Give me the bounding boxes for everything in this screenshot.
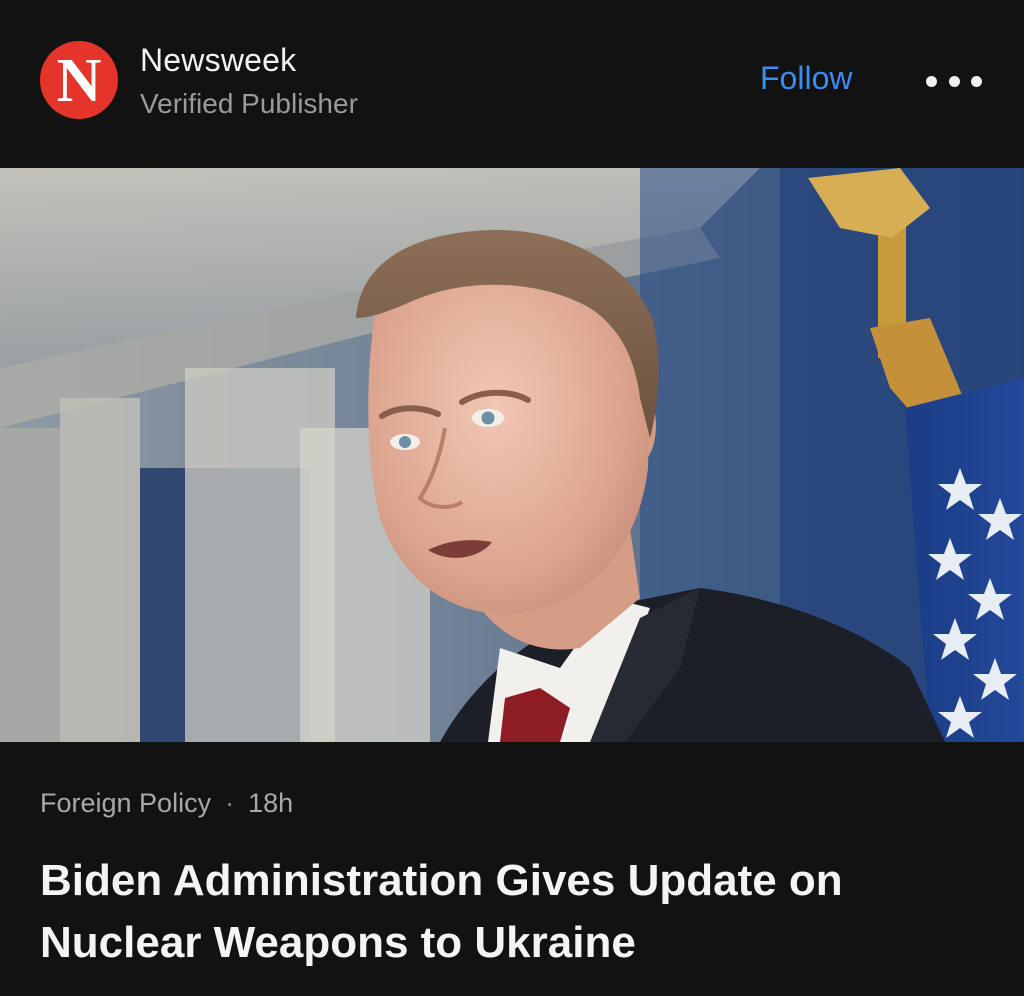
ellipsis-icon: [948, 75, 960, 87]
article-meta: Foreign Policy · 18h: [40, 788, 293, 819]
article-headline[interactable]: Biden Administration Gives Update on Nuc…: [40, 850, 990, 974]
more-options-button[interactable]: [926, 66, 982, 96]
publisher-logo[interactable]: N: [40, 41, 118, 119]
publisher-header: N Newsweek Verified Publisher Follow: [0, 0, 1024, 168]
article-hero-image[interactable]: [0, 168, 1024, 742]
publisher-name[interactable]: Newsweek: [140, 42, 296, 79]
ellipsis-icon: [926, 75, 937, 87]
follow-button[interactable]: Follow: [760, 60, 852, 97]
publisher-subtitle: Verified Publisher: [140, 88, 358, 119]
article-time: 18h: [248, 788, 294, 818]
ellipsis-icon: [971, 75, 982, 87]
meta-separator: ·: [225, 788, 235, 818]
logo-letter: N: [56, 47, 102, 115]
article-category[interactable]: Foreign Policy: [40, 788, 211, 818]
